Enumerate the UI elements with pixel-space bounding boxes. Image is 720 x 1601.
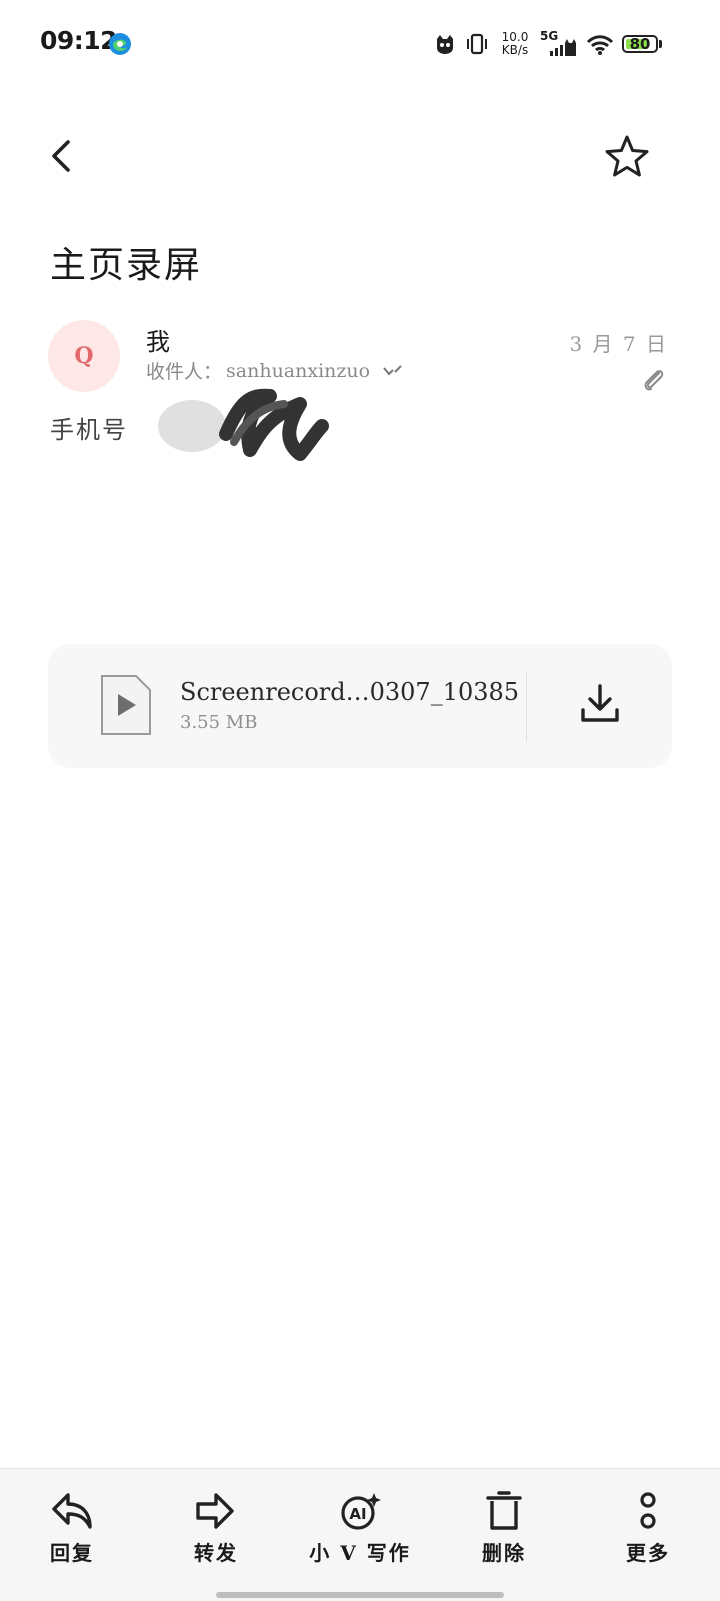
ai-write-label: 小 V 写作 <box>309 1541 411 1565</box>
recipient-row[interactable]: 收件人： sanhuanxinzuo <box>146 357 406 384</box>
bottom-action-bar: 回复 转发 AI 小 V 写作 删除 更多 <box>0 1468 720 1601</box>
sender-avatar[interactable]: Q <box>48 320 120 392</box>
edge-browser-icon <box>109 33 131 55</box>
recipient-address: sanhuanxinzuo <box>226 359 371 382</box>
chevron-down-icon[interactable] <box>380 363 406 379</box>
more-icon <box>640 1492 656 1529</box>
attachment-card[interactable]: Screenrecord…0307_10385 3.55 MB <box>48 644 672 768</box>
card-divider <box>526 672 527 742</box>
cat-app-icon <box>437 35 453 54</box>
status-bar: 09:12 10.0 KB/s 5G 80 <box>0 0 720 88</box>
more-button[interactable]: 更多 <box>588 1491 708 1566</box>
status-time: 09:12 <box>40 26 118 55</box>
attachment-file-name: Screenrecord…0307_10385 <box>180 678 520 706</box>
paperclip-icon <box>644 370 664 391</box>
net-speed-unit: KB/s <box>501 43 529 57</box>
svg-text:AI: AI <box>349 1505 366 1523</box>
more-label: 更多 <box>626 1541 670 1565</box>
ai-write-icon: AI <box>341 1493 381 1530</box>
recipient-label: 收件人： <box>146 361 223 383</box>
ai-write-button[interactable]: AI 小 V 写作 <box>300 1491 420 1566</box>
forward-label: 转发 <box>194 1541 238 1565</box>
email-subject: 主页录屏 <box>50 245 203 286</box>
sender-name[interactable]: 我 <box>146 322 170 357</box>
net-speed: 10.0 KB/s <box>498 31 532 57</box>
video-file-icon <box>101 675 151 735</box>
wifi-icon <box>586 35 614 55</box>
reply-icon <box>52 1493 92 1529</box>
forward-icon <box>196 1493 234 1529</box>
signal-icon <box>550 39 576 56</box>
home-indicator[interactable] <box>216 1592 504 1598</box>
status-icons: 10.0 KB/s 5G 80 <box>434 28 662 60</box>
signal-5g: 5G <box>540 29 578 59</box>
back-button[interactable] <box>44 136 84 176</box>
attachment-file-size: 3.55 MB <box>180 712 258 733</box>
vibrate-icon <box>467 33 487 55</box>
reply-button[interactable]: 回复 <box>12 1491 132 1566</box>
reply-label: 回复 <box>50 1541 94 1565</box>
battery-tip <box>659 40 662 48</box>
download-button[interactable] <box>578 682 622 726</box>
email-body: 手机号 <box>50 416 128 444</box>
delete-button[interactable]: 删除 <box>444 1491 564 1566</box>
delete-label: 删除 <box>482 1541 526 1565</box>
battery-icon: 80 <box>622 35 658 53</box>
trash-icon <box>486 1491 522 1530</box>
forward-button[interactable]: 转发 <box>156 1491 276 1566</box>
email-date: 3 月 7 日 <box>569 332 668 356</box>
redaction-scribble <box>158 388 329 461</box>
star-button[interactable] <box>604 134 650 180</box>
chevron-left-icon <box>52 140 70 172</box>
download-icon <box>581 684 619 722</box>
star-outline-icon <box>605 135 649 177</box>
battery-level: 80 <box>629 35 651 53</box>
